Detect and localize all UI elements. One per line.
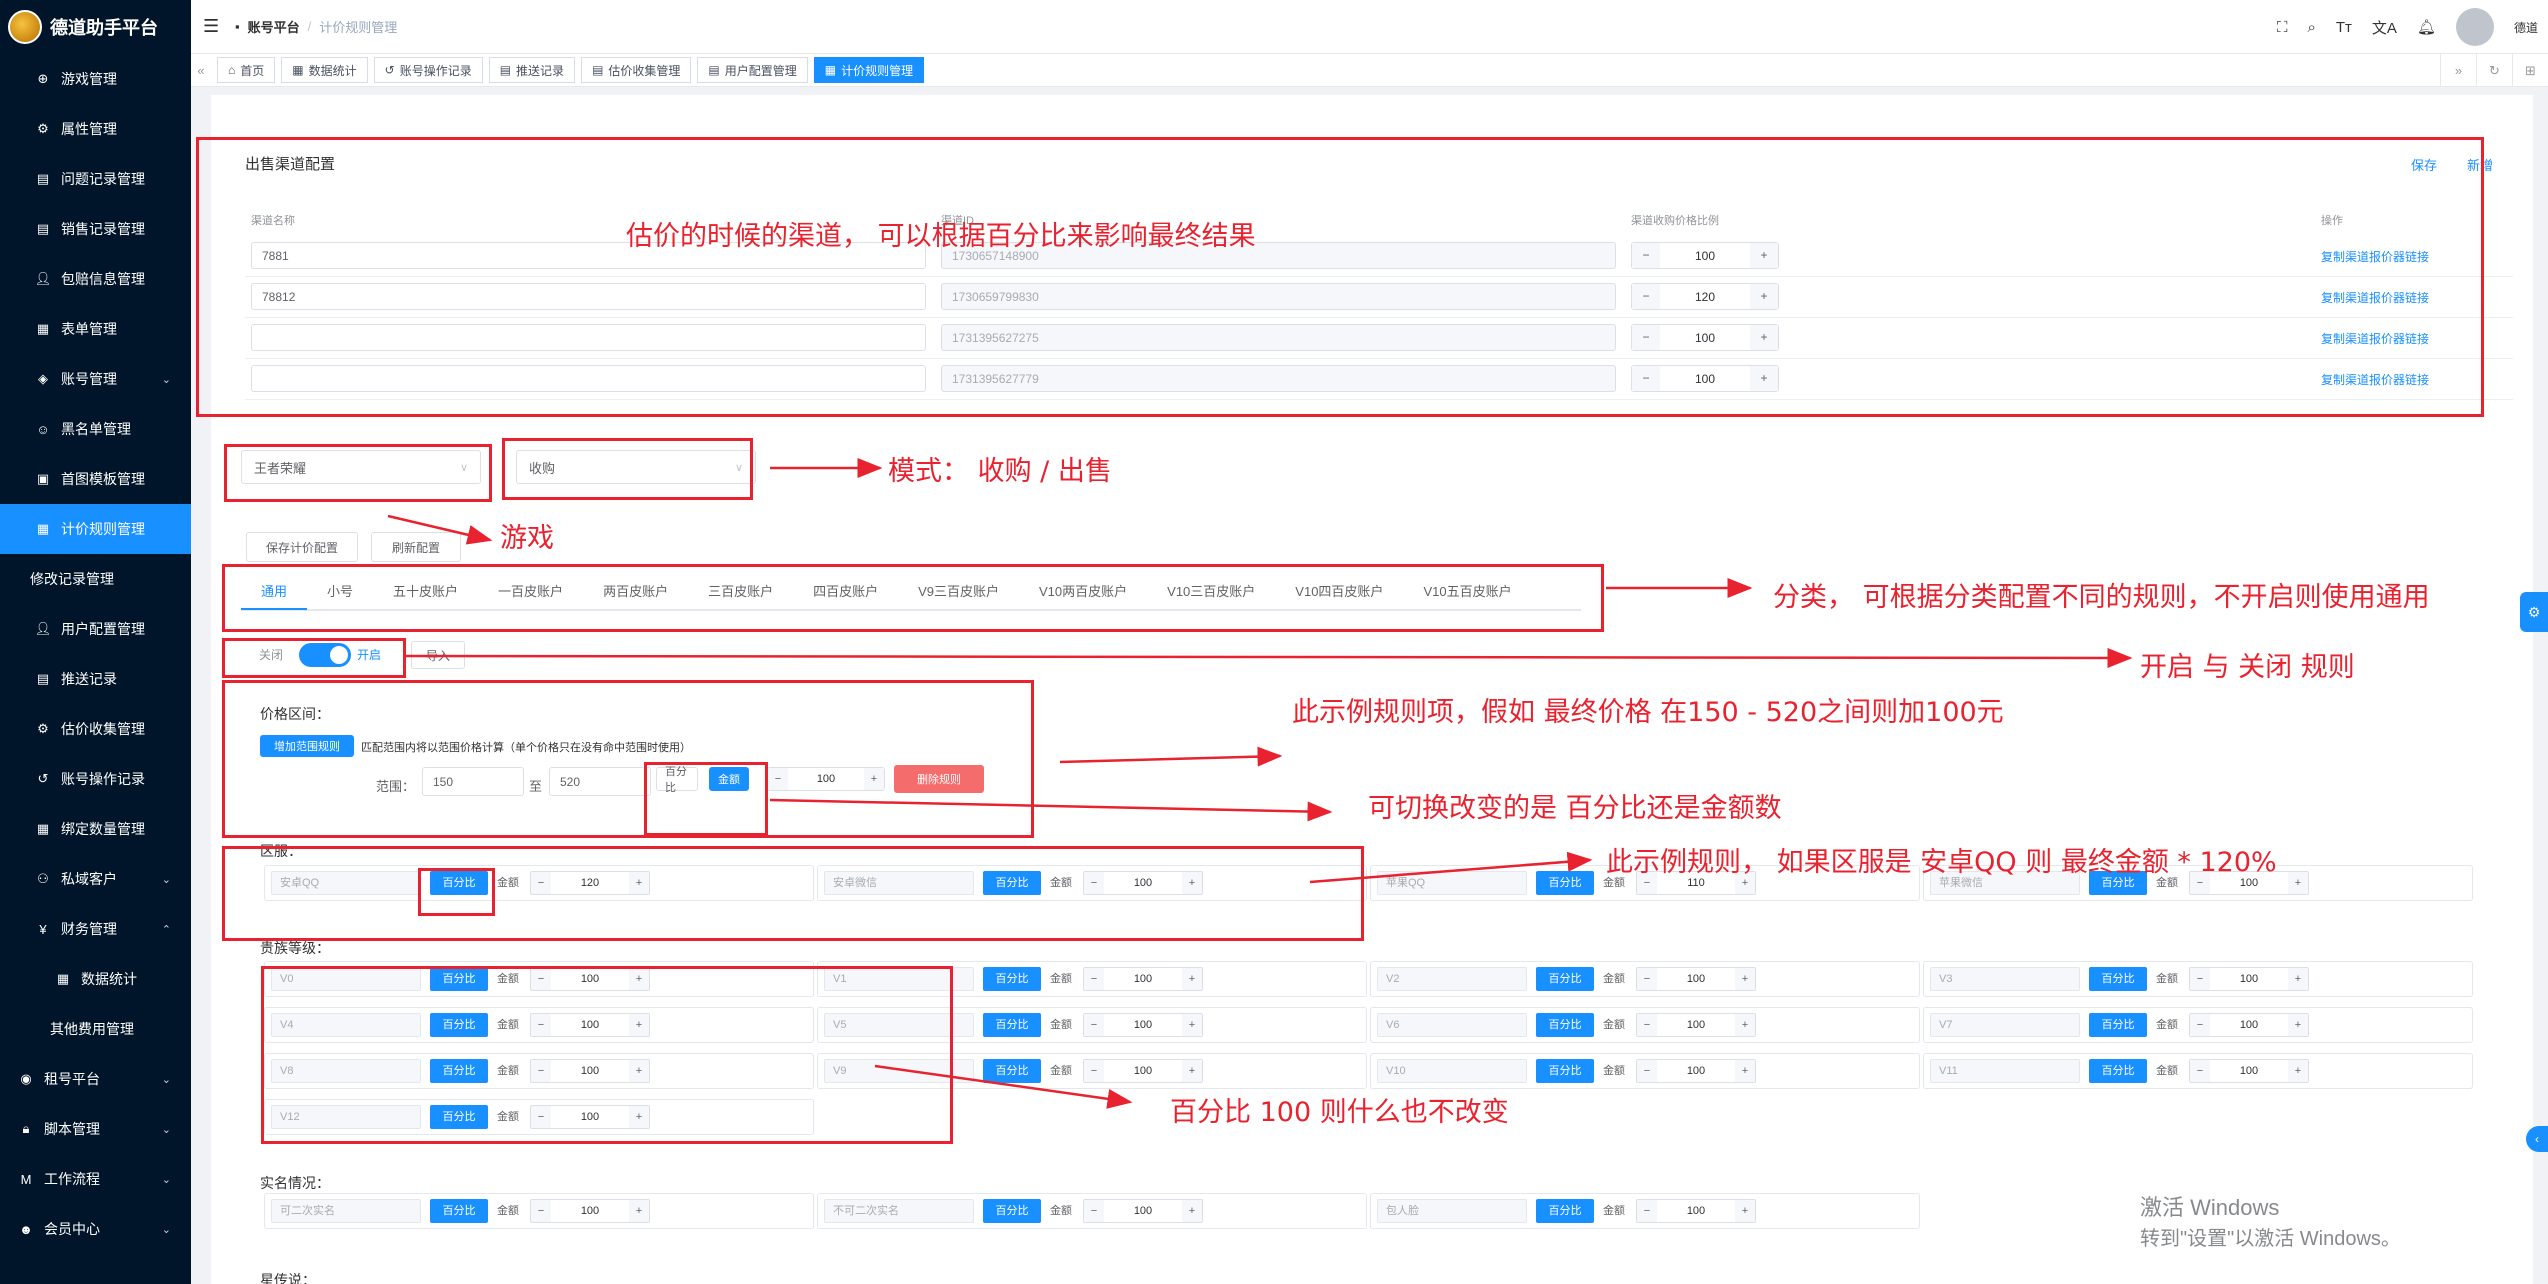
watermark-line1: 激活 Windows: [2140, 1195, 2280, 1220]
settings-float-icon[interactable]: ⚙: [2520, 592, 2548, 632]
collapse-float-icon[interactable]: ‹: [2526, 1126, 2548, 1152]
windows-activation-watermark: 激活 Windows 转到"设置"以激活 Windows。: [2140, 1190, 2401, 1251]
watermark-line2: 转到"设置"以激活 Windows。: [2140, 1228, 2401, 1250]
annotation-arrows: [387, 458, 2133, 1109]
